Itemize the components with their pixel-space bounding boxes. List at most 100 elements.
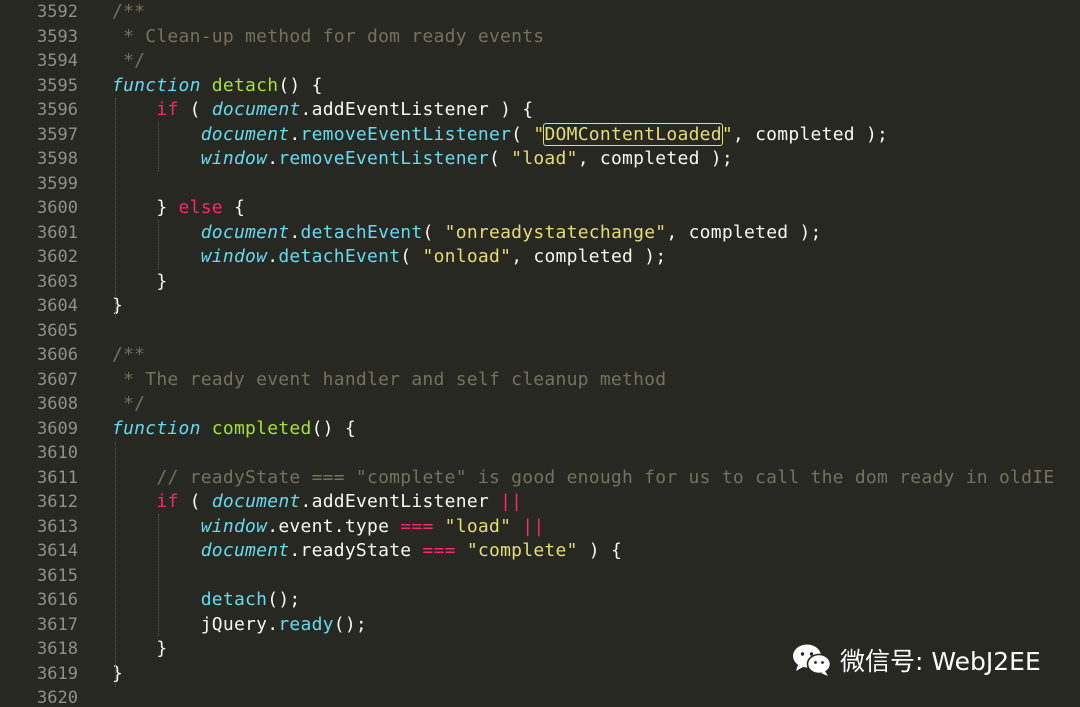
code-token: .addEventListener ) { bbox=[300, 99, 534, 120]
code-text: } bbox=[112, 270, 167, 295]
line-number: 3604 bbox=[37, 296, 78, 316]
code-token: function bbox=[112, 417, 201, 439]
line-number: 3620 bbox=[37, 688, 78, 707]
indent-guide bbox=[158, 122, 159, 171]
code-line[interactable]: 3609 function completed() { bbox=[0, 417, 1080, 442]
code-line[interactable]: 3595 function detach() { bbox=[0, 74, 1080, 99]
code-token: ready bbox=[278, 613, 334, 635]
code-token: completed bbox=[211, 417, 312, 439]
code-token: window bbox=[200, 515, 268, 537]
code-line[interactable]: 3611 // readyState === "complete" is goo… bbox=[0, 466, 1080, 491]
line-number: 3614 bbox=[37, 541, 78, 561]
code-line[interactable]: 3597 document.removeEventListener( "DOMC… bbox=[0, 122, 1080, 148]
code-text: window.removeEventListener( "load", comp… bbox=[112, 147, 733, 172]
line-number: 3592 bbox=[37, 2, 78, 22]
code-line[interactable]: 3592 /** bbox=[0, 0, 1080, 25]
code-token: ( bbox=[422, 221, 445, 243]
code-text: jQuery.ready(); bbox=[112, 613, 367, 638]
code-line[interactable]: 3615 bbox=[0, 564, 1080, 589]
code-text: * The ready event handler and self clean… bbox=[112, 368, 666, 393]
code-token: "onreadystatechange" bbox=[444, 221, 667, 243]
indent-guide bbox=[115, 98, 116, 318]
code-line[interactable]: 3594 */ bbox=[0, 49, 1080, 74]
code-text: } bbox=[112, 662, 123, 687]
code-token: if bbox=[156, 491, 179, 512]
line-number: 3594 bbox=[37, 51, 78, 71]
code-token: === bbox=[400, 515, 434, 537]
code-token: document bbox=[200, 540, 290, 561]
code-text: if ( document.addEventListener || bbox=[112, 490, 522, 515]
line-number: 3595 bbox=[37, 75, 78, 96]
code-token: , completed ); bbox=[732, 123, 889, 145]
code-token: // readyState === "complete" is good eno… bbox=[156, 466, 1055, 488]
code-line[interactable]: 3610 bbox=[0, 441, 1080, 466]
line-number: 3616 bbox=[37, 590, 78, 610]
code-token: || bbox=[522, 515, 545, 537]
code-line[interactable]: 3604} bbox=[0, 294, 1080, 319]
code-token: , completed ); bbox=[666, 221, 822, 243]
line-number: 3617 bbox=[37, 614, 78, 635]
code-line[interactable]: 3616 detach(); bbox=[0, 588, 1080, 613]
code-text: } bbox=[112, 294, 123, 319]
code-line[interactable]: 3614 document.readyState === "complete" … bbox=[0, 539, 1080, 564]
line-number: 3605 bbox=[37, 320, 78, 341]
code-editor[interactable]: 3592 /** 3593 * Clean-up method for dom re… bbox=[0, 0, 1080, 707]
code-token: */ bbox=[112, 393, 146, 414]
code-line[interactable]: 3596 if ( document.addEventListener ) { bbox=[0, 98, 1080, 123]
indent-guide bbox=[158, 220, 159, 269]
code-token: (); bbox=[267, 589, 301, 610]
code-token: .addEventListener bbox=[300, 491, 501, 512]
line-number: 3596 bbox=[37, 100, 78, 120]
code-token: * Clean-up method for dom ready events bbox=[112, 25, 545, 47]
code-text: // readyState === "complete" is good eno… bbox=[112, 466, 1054, 491]
code-token: . bbox=[289, 221, 301, 243]
code-line[interactable]: 3607 * The ready event handler and self … bbox=[0, 368, 1080, 393]
code-line[interactable]: 3602 window.detachEvent( "onload", compl… bbox=[0, 245, 1080, 270]
code-line[interactable]: 3613 window.event.type === "load" || bbox=[0, 515, 1080, 540]
code-line[interactable]: 3617 jQuery.ready(); bbox=[0, 613, 1080, 638]
code-line[interactable]: 3593 * Clean-up method for dom ready eve… bbox=[0, 25, 1080, 50]
code-text: */ bbox=[112, 49, 145, 74]
code-line[interactable]: 3608 */ bbox=[0, 392, 1080, 417]
code-text: document.detachEvent( "onreadystatechang… bbox=[112, 221, 822, 246]
line-number: 3619 bbox=[37, 663, 78, 684]
watermark-label: 微信号: WebJ2EE bbox=[840, 647, 1041, 676]
code-token: else bbox=[178, 197, 223, 218]
code-token: * The ready event handler and self clean… bbox=[112, 368, 667, 390]
code-token: === bbox=[422, 540, 456, 561]
code-text: } bbox=[112, 637, 167, 662]
code-token: window bbox=[200, 148, 268, 169]
code-text: detach(); bbox=[112, 588, 301, 613]
indent-guide bbox=[115, 442, 116, 687]
code-text: function detach() { bbox=[112, 74, 323, 99]
code-line[interactable]: 3598 window.removeEventListener( "load",… bbox=[0, 147, 1080, 172]
code-text: window.event.type === "load" || bbox=[112, 515, 544, 540]
code-token: ( bbox=[488, 148, 512, 169]
code-line[interactable]: 3612 if ( document.addEventListener || bbox=[0, 490, 1080, 515]
code-line[interactable]: 3599 bbox=[0, 172, 1080, 197]
code-line[interactable]: 3605 bbox=[0, 319, 1080, 344]
line-number: 3606 bbox=[37, 345, 78, 365]
code-token: } bbox=[112, 662, 124, 684]
code-token: { bbox=[222, 197, 246, 218]
line-number: 3612 bbox=[37, 492, 78, 512]
code-line[interactable]: 3601 document.detachEvent( "onreadystate… bbox=[0, 221, 1080, 246]
code-line[interactable]: 3603 } bbox=[0, 270, 1080, 295]
code-text: function completed() { bbox=[112, 417, 356, 442]
code-text: /** bbox=[112, 0, 145, 25]
code-line[interactable]: 3620 bbox=[0, 686, 1080, 707]
code-line[interactable]: 3606 /** bbox=[0, 343, 1080, 368]
code-token: window bbox=[200, 246, 268, 267]
code-line[interactable]: 3600 } else { bbox=[0, 196, 1080, 221]
